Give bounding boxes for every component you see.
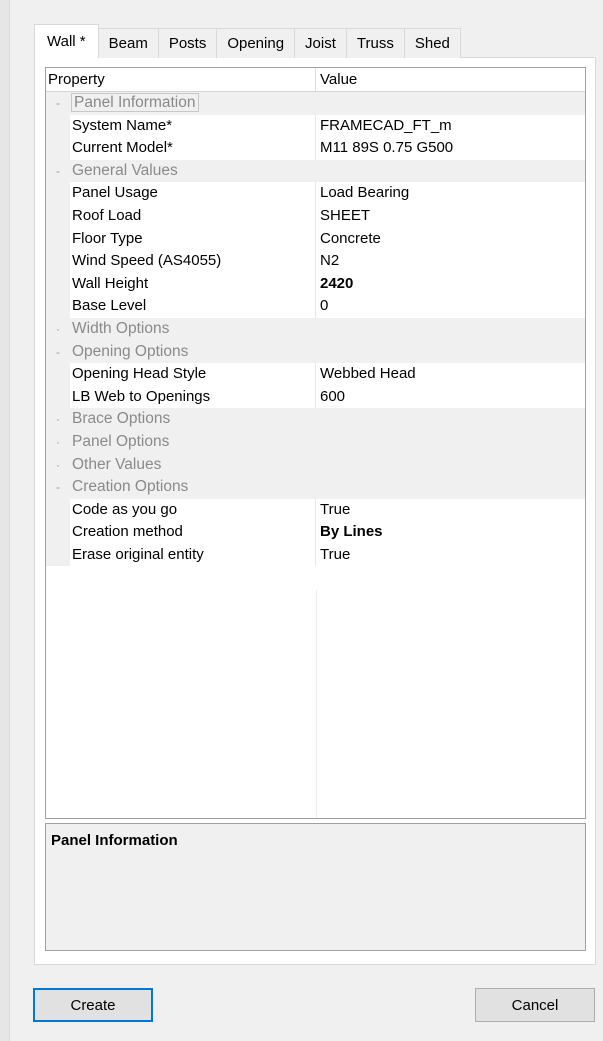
row-gutter — [46, 295, 70, 318]
property-grid[interactable]: Property Value - Panel Information System … — [45, 67, 586, 819]
property-value[interactable]: True — [316, 544, 585, 567]
tab-wall[interactable]: Wall * — [34, 24, 99, 58]
property-row[interactable]: Code as you go True — [46, 498, 585, 522]
category-row[interactable]: · Panel Options — [46, 430, 585, 454]
category-row[interactable]: - Opening Options — [46, 340, 585, 364]
category-row[interactable]: - Panel Information — [46, 92, 585, 115]
property-label: Erase original entity — [70, 543, 316, 567]
collapse-icon[interactable]: - — [46, 92, 70, 115]
collapse-icon[interactable]: - — [46, 476, 70, 499]
category-label: Width Options — [72, 319, 170, 337]
expand-icon[interactable]: · — [46, 454, 70, 477]
category-label: Other Values — [72, 455, 162, 473]
row-gutter — [46, 182, 70, 205]
property-label: Current Model* — [70, 137, 316, 160]
property-value[interactable]: Concrete — [316, 228, 585, 251]
row-gutter — [46, 204, 70, 228]
property-value[interactable]: 0 — [316, 295, 585, 318]
property-value[interactable]: Webbed Head — [316, 363, 585, 386]
create-button[interactable]: Create — [33, 988, 153, 1022]
collapse-icon[interactable]: - — [46, 341, 70, 364]
row-gutter — [46, 385, 70, 409]
expand-icon[interactable]: · — [46, 318, 70, 341]
category-row[interactable]: - Creation Options — [46, 476, 585, 499]
row-gutter — [46, 227, 70, 251]
property-column-header[interactable]: Property — [46, 68, 316, 91]
dialog-window: Wall * Beam Posts Opening Joist Truss Sh… — [0, 0, 603, 1041]
property-row[interactable]: Roof Load SHEET — [46, 204, 585, 228]
property-label: Wind Speed (AS4055) — [70, 250, 316, 273]
property-row[interactable]: System Name* FRAMECAD_FT_m — [46, 114, 585, 138]
property-row[interactable]: Floor Type Concrete — [46, 227, 585, 251]
grid-rows: - Panel Information System Name* FRAMECAD_F… — [46, 92, 585, 567]
row-gutter — [46, 543, 70, 567]
property-value[interactable]: 600 — [316, 386, 585, 409]
description-pane: Panel Information — [45, 823, 586, 951]
category-row[interactable]: - General Values — [46, 159, 585, 183]
property-label: Base Level — [70, 295, 316, 318]
property-label: Creation method — [70, 521, 316, 544]
category-label: General Values — [72, 161, 178, 179]
category-label-selected: Panel Information — [71, 93, 199, 112]
category-label: Brace Options — [72, 410, 171, 428]
tab-shed[interactable]: Shed — [403, 28, 461, 58]
cancel-button[interactable]: Cancel — [475, 988, 595, 1022]
tab-posts[interactable]: Posts — [157, 28, 218, 58]
category-row[interactable]: · Other Values — [46, 453, 585, 477]
row-gutter — [46, 272, 70, 296]
property-label: Floor Type — [70, 227, 316, 251]
expand-icon[interactable]: · — [46, 408, 70, 431]
property-row[interactable]: Wall Height 2420 — [46, 272, 585, 296]
property-value[interactable]: M11 89S 0.75 G500 — [316, 137, 585, 160]
property-row[interactable]: Wind Speed (AS4055) N2 — [46, 250, 585, 273]
property-label: System Name* — [70, 114, 316, 138]
category-label: Panel Information — [70, 92, 316, 115]
property-label: Opening Head Style — [70, 363, 316, 386]
property-label: Code as you go — [70, 498, 316, 522]
category-label: Opening Options — [72, 342, 189, 360]
property-value[interactable]: N2 — [316, 250, 585, 273]
tab-opening[interactable]: Opening — [216, 28, 296, 58]
category-row[interactable]: · Brace Options — [46, 408, 585, 431]
category-label: Creation Options — [72, 478, 189, 496]
window-edge — [0, 0, 10, 1041]
property-label: Panel Usage — [70, 182, 316, 205]
property-label: Roof Load — [70, 204, 316, 228]
tab-beam[interactable]: Beam — [97, 28, 159, 58]
property-row[interactable]: Base Level 0 — [46, 295, 585, 318]
expand-icon[interactable]: · — [46, 431, 70, 454]
row-gutter — [46, 114, 70, 138]
collapse-icon[interactable]: - — [46, 160, 70, 183]
property-row[interactable]: Erase original entity True — [46, 543, 585, 567]
property-value[interactable]: Load Bearing — [316, 182, 585, 205]
column-divider — [316, 590, 317, 818]
property-row[interactable]: Creation method By Lines — [46, 521, 585, 544]
value-column-header[interactable]: Value — [316, 68, 585, 91]
tab-bar: Wall * Beam Posts Opening Joist Truss Sh… — [34, 24, 461, 58]
property-label: Wall Height — [70, 272, 316, 296]
property-value[interactable]: 2420 — [316, 273, 585, 296]
property-row[interactable]: LB Web to Openings 600 — [46, 385, 585, 409]
row-gutter — [46, 250, 70, 273]
category-row[interactable]: · Width Options — [46, 317, 585, 341]
tab-truss[interactable]: Truss — [345, 28, 405, 58]
row-gutter — [46, 137, 70, 160]
row-gutter — [46, 498, 70, 522]
property-row[interactable]: Panel Usage Load Bearing — [46, 182, 585, 205]
property-value[interactable]: True — [316, 499, 585, 522]
grid-empty-area — [46, 590, 585, 818]
property-value[interactable]: By Lines — [316, 521, 585, 544]
description-title: Panel Information — [51, 832, 178, 849]
property-row[interactable]: Opening Head Style Webbed Head — [46, 363, 585, 386]
property-value[interactable]: FRAMECAD_FT_m — [316, 115, 585, 138]
property-label: LB Web to Openings — [70, 385, 316, 409]
row-gutter — [46, 363, 70, 386]
property-row[interactable]: Current Model* M11 89S 0.75 G500 — [46, 137, 585, 160]
tab-joist[interactable]: Joist — [294, 28, 347, 58]
row-gutter — [46, 521, 70, 544]
property-value[interactable]: SHEET — [316, 205, 585, 228]
grid-header: Property Value — [46, 68, 585, 92]
category-label: Panel Options — [72, 432, 170, 450]
